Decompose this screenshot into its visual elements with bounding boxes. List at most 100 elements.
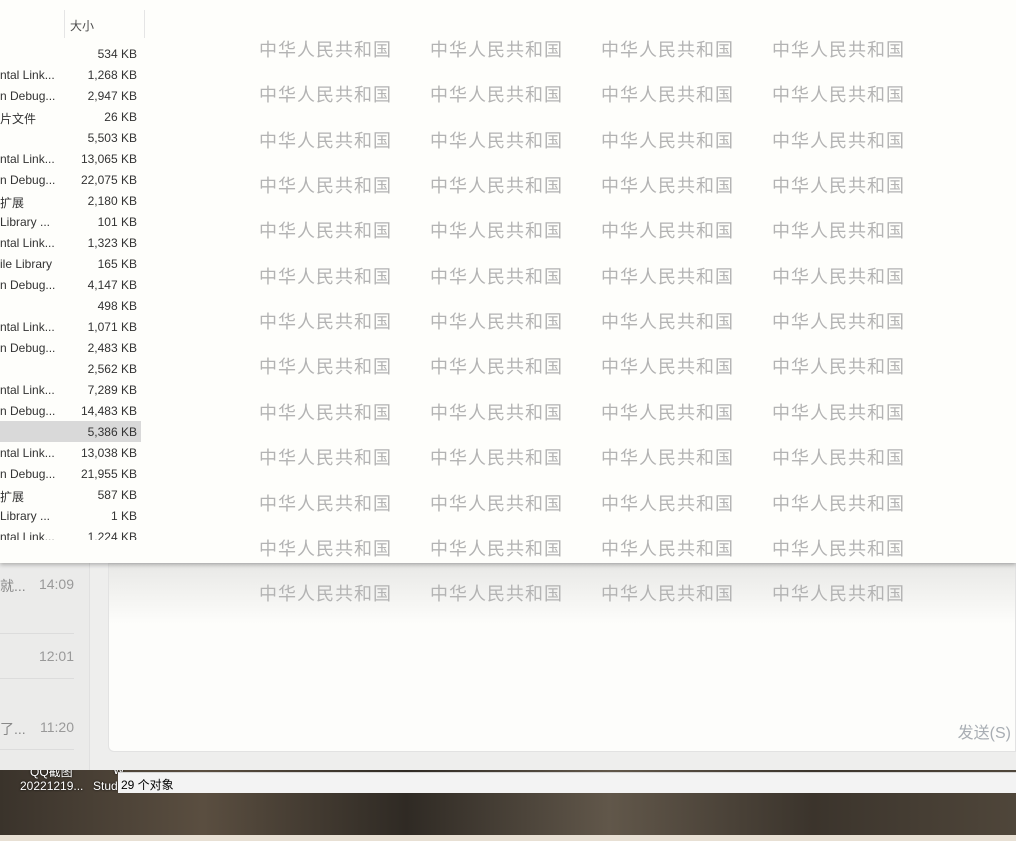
file-size: 7,289 KB <box>87 383 137 397</box>
file-name: n Debug... <box>0 467 56 481</box>
file-name: Library ... <box>0 215 51 229</box>
watermark-text: 中华人民共和国 <box>430 221 563 242</box>
watermark-text: 中华人民共和国 <box>259 266 392 287</box>
send-button[interactable]: 发送(S) <box>958 719 1011 743</box>
conversation-time: 14:09 <box>38 576 74 592</box>
watermark-text: 中华人民共和国 <box>430 538 563 559</box>
conversation-snippet: 了... <box>0 721 26 737</box>
chat-window: 就... 14:09 12:01 了... 11:20 发送(S) <box>0 563 1016 770</box>
watermark-text: 中华人民共和国 <box>259 493 392 514</box>
desktop-icon-label[interactable]: Stud <box>93 779 118 793</box>
file-size: 21,955 KB <box>80 467 137 481</box>
watermark-text: 中华人民共和国 <box>430 312 563 333</box>
file-row[interactable]: n Debug... 4,147 KB <box>0 274 141 295</box>
file-row[interactable]: ntal Link... 1,224 KB <box>0 526 141 540</box>
file-row[interactable]: n Debug... 2,947 KB <box>0 85 141 106</box>
file-name: ntal Link... <box>0 152 55 166</box>
watermark-text: 中华人民共和国 <box>259 176 392 197</box>
watermark-text: 中华人民共和国 <box>601 221 734 242</box>
file-row[interactable]: ntal Link... 1,071 KB <box>0 316 141 337</box>
file-list: 大小 534 KB ntal Link... 1,268 KB n Debug... 2… <box>0 0 145 540</box>
file-row[interactable]: 534 KB <box>0 43 141 64</box>
file-row[interactable]: n Debug... 21,955 KB <box>0 463 141 484</box>
file-row[interactable]: ntal Link... 13,065 KB <box>0 148 141 169</box>
watermark-text: 中华人民共和国 <box>601 538 734 559</box>
file-row[interactable]: 5,386 KB <box>0 421 141 442</box>
file-name: ntal Link... <box>0 530 55 540</box>
watermark-text: 中华人民共和国 <box>601 493 734 514</box>
explorer-status-bar: 29 个对象 <box>118 772 1016 793</box>
file-row[interactable]: Library ... 101 KB <box>0 211 141 232</box>
watermark-text: 中华人民共和国 <box>601 130 734 151</box>
column-divider[interactable] <box>64 10 65 38</box>
file-row[interactable]: 5,503 KB <box>0 127 141 148</box>
watermark-text: 中华人民共和国 <box>772 130 905 151</box>
file-size: 2,947 KB <box>87 89 137 103</box>
file-row[interactable]: Library ... 1 KB <box>0 505 141 526</box>
file-row[interactable]: 498 KB <box>0 295 141 316</box>
file-size: 26 KB <box>104 110 137 124</box>
file-size: 101 KB <box>97 215 137 229</box>
column-header: 大小 <box>0 10 145 38</box>
watermark-text: 中华人民共和国 <box>772 312 905 333</box>
file-size: 498 KB <box>97 299 137 313</box>
file-row[interactable]: n Debug... 2,483 KB <box>0 337 141 358</box>
watermark-text: 中华人民共和国 <box>259 312 392 333</box>
watermark-text: 中华人民共和国 <box>772 221 905 242</box>
file-row[interactable]: n Debug... 14,483 KB <box>0 400 141 421</box>
file-size: 1,071 KB <box>87 320 137 334</box>
file-row[interactable]: 扩展 2,180 KB <box>0 190 141 211</box>
file-size: 2,180 KB <box>87 194 137 208</box>
file-name: ntal Link... <box>0 446 55 460</box>
desktop-icon-label[interactable]: 20221219... <box>20 779 83 793</box>
watermark-text: 中华人民共和国 <box>259 357 392 378</box>
file-row[interactable]: 片文件 26 KB <box>0 106 141 127</box>
conversation-list: 就... 14:09 12:01 了... 11:20 <box>0 563 90 770</box>
watermark-text: 中华人民共和国 <box>601 448 734 469</box>
file-name: n Debug... <box>0 341 56 355</box>
watermark-text: 中华人民共和国 <box>601 85 734 106</box>
file-row[interactable]: ntal Link... 1,323 KB <box>0 232 141 253</box>
file-size: 22,075 KB <box>80 173 137 187</box>
watermark-text: 中华人民共和国 <box>259 402 392 423</box>
conversation-snippet: 就... <box>0 578 26 594</box>
message-input[interactable]: 发送(S) <box>108 563 1016 752</box>
watermark-text: 中华人民共和国 <box>430 176 563 197</box>
conversation-item[interactable]: 了... 11:20 <box>0 679 74 750</box>
watermark-text: 中华人民共和国 <box>259 85 392 106</box>
file-row[interactable]: ntal Link... 13,038 KB <box>0 442 141 463</box>
file-size: 13,038 KB <box>80 446 137 460</box>
watermark-text: 中华人民共和国 <box>430 40 563 60</box>
watermark-text: 中华人民共和国 <box>259 448 392 469</box>
file-size: 14,483 KB <box>80 404 137 418</box>
watermark-text: 中华人民共和国 <box>772 538 905 559</box>
file-size: 1,224 KB <box>87 530 137 540</box>
watermark-text: 中华人民共和国 <box>259 40 392 60</box>
file-name: ile Library <box>0 257 53 271</box>
file-name: n Debug... <box>0 404 56 418</box>
conversation-item[interactable]: 12:01 <box>0 607 74 679</box>
watermark-text: 中华人民共和国 <box>772 85 905 106</box>
watermark-text: 中华人民共和国 <box>601 357 734 378</box>
watermark-text: 中华人民共和国 <box>430 357 563 378</box>
file-row[interactable]: ntal Link... 7,289 KB <box>0 379 141 400</box>
watermark-text: 中华人民共和国 <box>601 40 734 60</box>
watermark-text: 中华人民共和国 <box>772 402 905 423</box>
column-divider[interactable] <box>144 10 145 38</box>
file-row[interactable]: ile Library 165 KB <box>0 253 141 274</box>
watermark-text: 中华人民共和国 <box>772 357 905 378</box>
file-row[interactable]: 扩展 587 KB <box>0 484 141 505</box>
file-row[interactable]: n Debug... 22,075 KB <box>0 169 141 190</box>
file-row[interactable]: 2,562 KB <box>0 358 141 379</box>
taskbar-edge <box>0 835 1016 841</box>
file-size: 1,268 KB <box>87 68 137 82</box>
watermark-overlay-window: 大小 534 KB ntal Link... 1,268 KB n Debug... 2… <box>0 0 1016 604</box>
file-name: ntal Link... <box>0 383 55 397</box>
file-row[interactable]: ntal Link... 1,268 KB <box>0 64 141 85</box>
file-size: 534 KB <box>97 47 137 61</box>
size-column-header[interactable]: 大小 <box>70 17 94 34</box>
file-size: 5,503 KB <box>87 131 137 145</box>
object-count: 29 个对象 <box>121 778 174 792</box>
watermark-text: 中华人民共和国 <box>601 402 734 423</box>
watermark-text: 中华人民共和国 <box>772 266 905 287</box>
